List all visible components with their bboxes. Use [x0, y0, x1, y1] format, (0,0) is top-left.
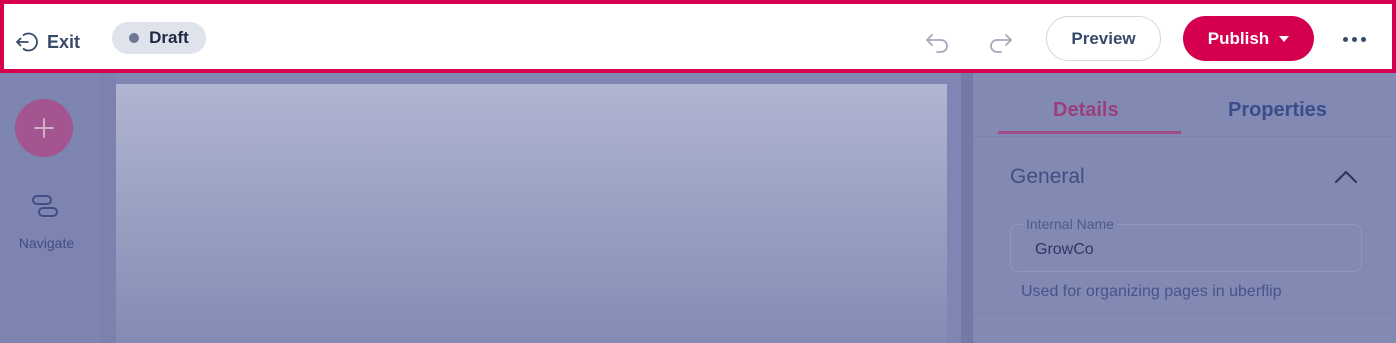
exit-label: Exit	[47, 31, 81, 52]
preview-button[interactable]: Preview	[1046, 16, 1161, 61]
panel-resize-handle[interactable]	[961, 73, 973, 343]
top-toolbar: Exit Draft Preview Publish	[0, 0, 1396, 73]
plus-icon	[34, 118, 54, 138]
publish-button[interactable]: Publish	[1183, 16, 1314, 61]
status-badge: Draft	[112, 22, 206, 54]
active-tab-indicator	[998, 131, 1181, 134]
section-divider	[973, 313, 1396, 314]
internal-name-label: Internal Name	[1023, 216, 1117, 232]
status-dot	[129, 33, 140, 43]
internal-name-field[interactable]: Internal Name GrowCo	[1010, 216, 1362, 272]
tab-properties[interactable]: Properties	[1228, 99, 1327, 122]
status-label: Draft	[149, 28, 189, 47]
chevron-up-icon[interactable]	[1333, 169, 1359, 185]
section-title: General	[1010, 165, 1085, 188]
undo-icon	[926, 34, 948, 53]
navigate-label: Navigate	[18, 235, 75, 251]
tab-details[interactable]: Details	[1053, 99, 1119, 122]
exit-button[interactable]: Exit	[14, 28, 80, 56]
more-icon-dot	[1351, 36, 1357, 42]
undo-button[interactable]	[924, 28, 952, 56]
caret-down-icon	[1279, 35, 1290, 42]
canvas-gutter	[100, 73, 116, 343]
internal-name-help: Used for organizing pages in uberflip	[1021, 283, 1282, 300]
more-options-button[interactable]	[1339, 30, 1369, 48]
publish-label: Publish	[1207, 28, 1270, 48]
left-rail: Navigate	[0, 73, 100, 343]
more-icon-dot	[1360, 36, 1366, 42]
tabs-divider	[973, 136, 1396, 137]
exit-icon	[16, 32, 38, 52]
navigate-icon[interactable]	[30, 193, 60, 219]
internal-name-value[interactable]: GrowCo	[1035, 241, 1094, 259]
preview-label: Preview	[1071, 28, 1136, 48]
more-icon	[1342, 36, 1348, 42]
redo-button[interactable]	[986, 28, 1014, 56]
redo-icon	[990, 34, 1012, 53]
page-canvas[interactable]	[116, 84, 947, 343]
add-block-button[interactable]	[15, 99, 73, 157]
details-panel: Details Properties General Internal Name…	[973, 73, 1396, 343]
